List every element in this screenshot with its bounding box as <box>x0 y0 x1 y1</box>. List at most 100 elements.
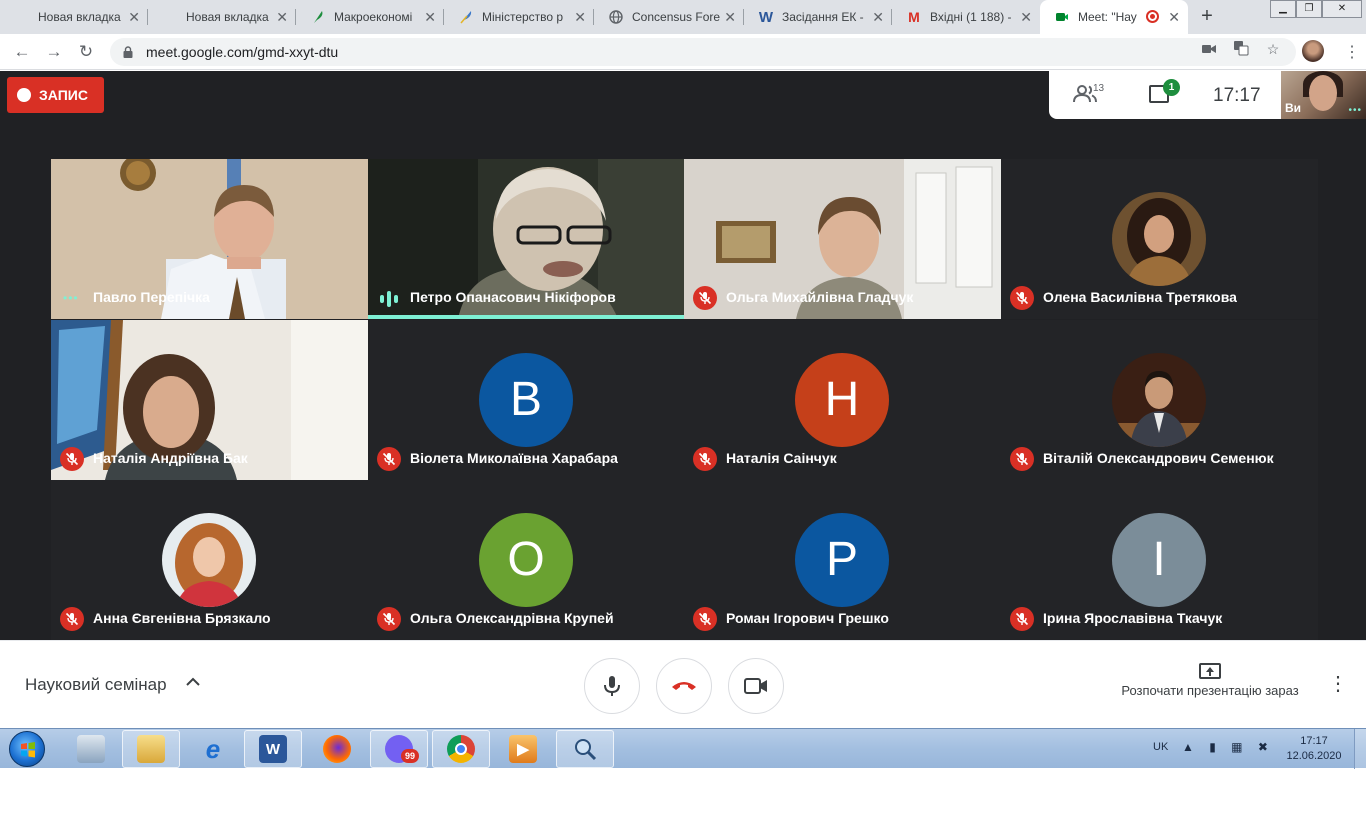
participant-tile[interactable]: І Ірина Ярославівна Ткачук <box>1001 480 1318 640</box>
participant-name: Віолета Миколаївна Харабара <box>410 450 618 466</box>
taskbar-explorer[interactable] <box>122 730 180 768</box>
taskbar-media-player[interactable]: ▶ <box>494 730 552 768</box>
taskbar-search-tool[interactable] <box>556 730 614 768</box>
url-text: meet.google.com/gmd-xxyt-dtu <box>146 44 339 60</box>
system-tray-icons[interactable]: ▲ ▮ ▦ ✖ <box>1182 740 1274 754</box>
tab-title: Вхідні (1 188) - <box>930 10 1012 24</box>
self-label: Ви <box>1285 101 1302 115</box>
participant-tile[interactable]: Р Роман Ігорович Грешко <box>684 480 1001 640</box>
muted-mic-icon <box>693 286 717 310</box>
participant-tile[interactable]: О Ольга Олександрівна Крупей <box>368 480 685 640</box>
microphone-button[interactable] <box>584 658 640 714</box>
more-dots-icon[interactable]: ••• <box>63 291 79 305</box>
meeting-controls-bar: Науковий семінар Розпочати презентацію з… <box>0 640 1366 728</box>
close-icon[interactable]: ✕ <box>1168 9 1180 26</box>
browser-tab-active[interactable]: Meet: "Нау ✕ <box>1040 0 1188 34</box>
more-dots-icon[interactable]: ••• <box>1348 105 1362 116</box>
browser-tab[interactable]: Concensus Fore ✕ <box>594 0 744 34</box>
participant-tile-speaking[interactable]: Петро Опанасович Нікіфоров <box>368 159 685 319</box>
magnifier-icon <box>571 735 599 763</box>
camera-icon[interactable] <box>1200 40 1218 58</box>
forward-arrow-icon[interactable]: → <box>44 42 64 62</box>
participant-name: Наталія Саінчук <box>726 450 837 466</box>
tab-title: Засідання ЕК - <box>782 10 864 24</box>
restore-button[interactable]: ❐ <box>1296 0 1322 18</box>
taskbar-viber[interactable]: 99 <box>370 730 428 768</box>
close-icon[interactable]: ✕ <box>724 9 736 26</box>
taskbar-chrome[interactable] <box>432 730 490 768</box>
browser-tab[interactable]: Міністерство р ✕ <box>444 0 594 34</box>
star-bookmark-icon[interactable]: ☆ <box>1264 40 1282 58</box>
keyboard-language[interactable]: UK <box>1153 741 1168 753</box>
word-icon: W <box>259 735 287 763</box>
close-icon[interactable]: ✕ <box>1020 9 1032 26</box>
browser-tab[interactable]: M Вхідні (1 188) - ✕ <box>892 0 1040 34</box>
browser-tab-strip: Новая вкладка ✕ Новая вкладка ✕ Макроеко… <box>0 0 1366 34</box>
new-tab-button[interactable]: + <box>1196 5 1218 27</box>
muted-mic-icon <box>60 607 84 631</box>
clock-time: 17:17 <box>1300 735 1328 747</box>
speaking-indicator-icon <box>380 291 398 307</box>
browser-tab[interactable]: Макроекономі ✕ <box>296 0 444 34</box>
taskbar-firefox[interactable] <box>308 730 366 768</box>
clock-date: 12.06.2020 <box>1286 750 1342 762</box>
participant-tile[interactable]: Н Наталія Саінчук <box>684 320 1001 480</box>
present-screen-icon <box>1199 663 1221 679</box>
browser-tab[interactable]: W Засідання ЕК - ✕ <box>744 0 892 34</box>
meeting-info-panel: 13 1 17:17 <box>1049 71 1281 119</box>
participant-name: Наталія Андріївна Бак <box>93 450 248 466</box>
show-desktop-button[interactable] <box>1354 729 1366 769</box>
tab-title: Міністерство р <box>482 10 564 24</box>
address-bar[interactable]: meet.google.com/gmd-xxyt-dtu <box>110 38 1296 66</box>
participant-tile[interactable]: Анна Євгенівна Брязкало <box>51 480 368 640</box>
participant-tile[interactable]: ••• Павло Перепічка <box>51 159 368 319</box>
close-icon[interactable]: ✕ <box>872 9 884 26</box>
back-arrow-icon[interactable]: ← <box>12 42 32 62</box>
feather-icon <box>310 9 326 25</box>
screen: Новая вкладка ✕ Новая вкладка ✕ Макроеко… <box>0 0 1366 830</box>
participant-avatar-initial: І <box>1112 513 1206 607</box>
taskbar-clock[interactable]: 17:17 12.06.2020 <box>1284 734 1344 764</box>
close-icon[interactable]: ✕ <box>574 9 586 26</box>
windows-taskbar: e W 99 ▶ UK ▲ ▮ ▦ ✖ 17:17 12.06.2020 <box>0 728 1366 769</box>
folder-icon <box>137 735 165 763</box>
close-icon[interactable]: ✕ <box>276 9 288 26</box>
minimize-button[interactable]: ▁ <box>1270 0 1296 18</box>
participant-tile[interactable]: Олена Василівна Третякова <box>1001 159 1318 319</box>
participant-tile[interactable]: Наталія Андріївна Бак <box>51 320 368 480</box>
self-view-tile[interactable]: Ви ••• <box>1281 71 1366 119</box>
meeting-title[interactable]: Науковий семінар <box>25 675 167 695</box>
profile-avatar[interactable] <box>1302 40 1324 62</box>
translate-icon[interactable] <box>1232 40 1250 58</box>
taskbar-internet-explorer[interactable]: e <box>184 730 242 768</box>
lock-icon[interactable] <box>122 45 134 59</box>
browser-tab[interactable]: Новая вкладка ✕ <box>0 0 148 34</box>
participant-tile[interactable]: В Віолета Миколаївна Харабара <box>368 320 685 480</box>
close-icon[interactable]: ✕ <box>128 9 140 26</box>
browser-menu-icon[interactable]: ⋮ <box>1344 42 1360 62</box>
start-button[interactable] <box>9 731 45 767</box>
media-player-icon: ▶ <box>509 735 537 763</box>
participant-tile[interactable]: Ольга Михайлівна Гладчук <box>684 159 1001 319</box>
participant-name: Віталій Олександрович Семенюк <box>1043 450 1274 466</box>
close-icon[interactable]: ✕ <box>424 9 436 26</box>
browser-tab[interactable]: Новая вкладка ✕ <box>148 0 296 34</box>
close-window-button[interactable]: ✕ <box>1322 0 1362 18</box>
word-icon: W <box>758 8 774 26</box>
participant-tile[interactable]: Віталій Олександрович Семенюк <box>1001 320 1318 480</box>
tab-title: Макроекономі <box>334 10 413 24</box>
present-now-button[interactable]: Розпочати презентацію зараз <box>1110 663 1310 698</box>
taskbar-word[interactable]: W <box>244 730 302 768</box>
participant-name: Петро Опанасович Нікіфоров <box>410 289 616 305</box>
feather-icon <box>458 9 474 25</box>
more-options-icon[interactable]: ⋮ <box>1328 671 1348 696</box>
camera-button[interactable] <box>728 658 784 714</box>
recording-label: ЗАПИС <box>39 87 88 103</box>
record-dot-icon <box>17 88 31 102</box>
taskbar-photo-viewer[interactable] <box>62 730 120 768</box>
reload-icon[interactable]: ↻ <box>76 42 96 62</box>
muted-mic-icon <box>377 607 401 631</box>
hang-up-button[interactable] <box>656 658 712 714</box>
meet-icon <box>1054 9 1070 25</box>
chevron-up-icon[interactable] <box>186 674 200 692</box>
